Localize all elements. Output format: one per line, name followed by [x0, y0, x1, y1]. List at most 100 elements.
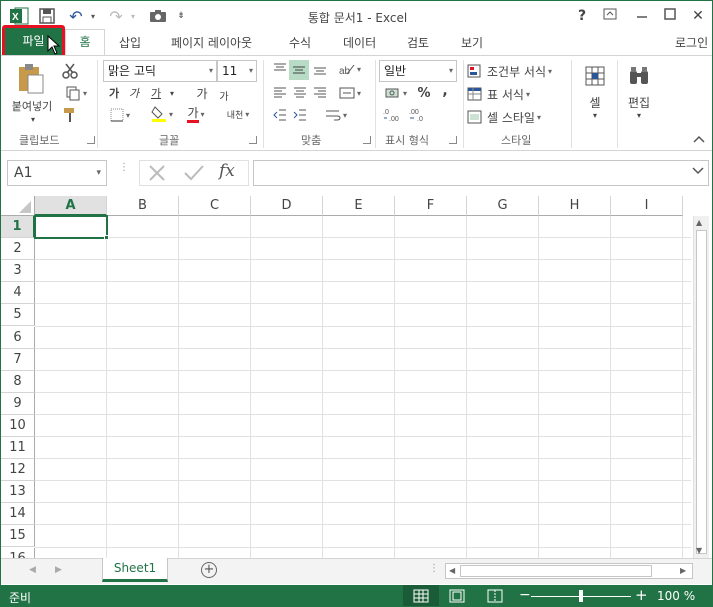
bold-button[interactable]: 가: [105, 84, 123, 102]
sheet-tab-sheet1[interactable]: Sheet1: [102, 558, 168, 582]
paste-icon[interactable]: [11, 62, 51, 96]
scroll-right-icon[interactable]: ▶: [680, 566, 686, 575]
italic-button[interactable]: 가: [125, 84, 143, 102]
comma-button[interactable]: ,: [437, 82, 453, 100]
copy-icon[interactable]: ▾: [61, 84, 91, 102]
borders-icon[interactable]: ▾: [105, 106, 135, 124]
clipboard-launcher-icon[interactable]: [87, 136, 95, 144]
name-box-dropdown-icon[interactable]: ▾: [96, 161, 101, 185]
zoom-in-button[interactable]: +: [635, 586, 648, 604]
cut-icon[interactable]: [61, 62, 79, 80]
decrease-decimal-icon[interactable]: .00.0: [407, 106, 429, 124]
underline-dropdown-icon[interactable]: ▾: [167, 84, 177, 102]
insert-function-button[interactable]: fx: [219, 161, 235, 181]
row-header-8[interactable]: 8: [1, 370, 35, 393]
font-shrink-button[interactable]: 가: [215, 86, 233, 104]
top-align-icon[interactable]: [271, 60, 289, 78]
zoom-level[interactable]: 100 %: [657, 589, 695, 603]
select-all-corner[interactable]: [1, 196, 35, 216]
row-header-10[interactable]: 10: [1, 414, 35, 437]
close-button[interactable]: ✕: [687, 6, 709, 26]
alignment-launcher-icon[interactable]: [363, 136, 371, 144]
row-header-11[interactable]: 11: [1, 437, 35, 459]
horizontal-scrollbar[interactable]: ◀ ▶: [445, 563, 693, 579]
sheet-prev-icon[interactable]: ◀: [29, 565, 36, 575]
zoom-out-button[interactable]: −: [519, 587, 531, 603]
scroll-left-icon[interactable]: ◀: [449, 566, 455, 575]
format-painter-icon[interactable]: [61, 106, 79, 124]
align-right-icon[interactable]: [311, 84, 329, 102]
column-header-e[interactable]: E: [323, 196, 395, 216]
merge-center-icon[interactable]: ▾: [335, 84, 365, 102]
tab-review[interactable]: 검토: [407, 34, 429, 51]
font-grow-button[interactable]: 가: [193, 84, 211, 102]
tab-page-layout[interactable]: 페이지 레이아웃: [171, 34, 252, 51]
percent-button[interactable]: %: [415, 84, 433, 102]
row-header-14[interactable]: 14: [1, 503, 35, 526]
editing-dropdown-icon[interactable]: ▾: [633, 110, 645, 120]
row-header-9[interactable]: 9: [1, 392, 35, 415]
tab-data[interactable]: 데이터: [343, 34, 376, 51]
tab-home[interactable]: 홈: [65, 29, 105, 56]
row-header-6[interactable]: 6: [1, 326, 35, 349]
phonetic-button[interactable]: 내천 ▾: [221, 104, 255, 124]
column-header-h[interactable]: H: [539, 196, 611, 216]
active-cell[interactable]: [34, 215, 108, 239]
align-center-icon[interactable]: [291, 84, 309, 102]
help-button[interactable]: ?: [571, 6, 593, 26]
column-header-d[interactable]: D: [251, 196, 323, 216]
collapse-ribbon-icon[interactable]: [691, 132, 707, 146]
worksheet-grid[interactable]: ABCDEFGHI 12345678910111213141516 ▲ ▼: [1, 196, 712, 570]
scroll-up-icon[interactable]: ▲: [696, 218, 702, 227]
add-sheet-button[interactable]: +: [201, 562, 217, 578]
bottom-align-icon[interactable]: [311, 60, 329, 78]
wrap-text-icon[interactable]: ▾: [319, 106, 353, 124]
formula-input[interactable]: [253, 160, 709, 186]
align-left-icon[interactable]: [271, 84, 289, 102]
name-box[interactable]: A1 ▾: [7, 160, 107, 186]
number-launcher-icon[interactable]: [449, 136, 457, 144]
row-header-12[interactable]: 12: [1, 459, 35, 482]
paste-button[interactable]: 붙여넣기: [7, 98, 57, 114]
page-layout-view-icon[interactable]: [449, 589, 465, 606]
editing-button[interactable]: 편집: [623, 94, 655, 110]
sheet-next-icon[interactable]: ▶: [55, 565, 62, 575]
increase-decimal-icon[interactable]: .0.00: [381, 106, 403, 124]
cell-styles-button[interactable]: 셀 스타일 ▾: [467, 108, 557, 126]
scroll-down-icon[interactable]: ▼: [696, 546, 702, 555]
fill-handle[interactable]: [104, 235, 109, 240]
column-header-b[interactable]: B: [107, 196, 179, 216]
normal-view-icon[interactable]: [403, 585, 439, 606]
row-header-4[interactable]: 4: [1, 282, 35, 305]
row-header-7[interactable]: 7: [1, 348, 35, 371]
increase-indent-icon[interactable]: [291, 106, 309, 124]
cells-button[interactable]: 셀: [581, 94, 609, 110]
cells-dropdown-icon[interactable]: ▾: [589, 110, 601, 120]
tab-insert[interactable]: 삽입: [119, 34, 141, 51]
paste-dropdown-icon[interactable]: ▾: [27, 114, 39, 124]
row-header-1[interactable]: 1: [1, 216, 35, 238]
tab-view[interactable]: 보기: [461, 34, 483, 51]
underline-button[interactable]: 가: [147, 84, 165, 102]
page-break-view-icon[interactable]: [487, 589, 503, 606]
row-header-5[interactable]: 5: [1, 304, 35, 327]
horizontal-scroll-thumb[interactable]: [460, 565, 652, 577]
cancel-icon[interactable]: [147, 164, 167, 185]
enter-icon[interactable]: [183, 164, 205, 185]
column-header-a[interactable]: A: [35, 196, 107, 216]
column-header-i[interactable]: I: [611, 196, 683, 216]
column-header-g[interactable]: G: [467, 196, 539, 216]
orientation-icon[interactable]: ab ▾: [335, 60, 365, 78]
row-header-13[interactable]: 13: [1, 481, 35, 504]
font-launcher-icon[interactable]: [249, 136, 257, 144]
expand-formula-bar-icon[interactable]: [692, 165, 704, 179]
font-size-combo[interactable]: 11 ▾: [217, 60, 257, 82]
vertical-scrollbar[interactable]: ▲ ▼: [693, 216, 709, 558]
font-name-combo[interactable]: 맑은 고딕 ▾: [103, 60, 217, 82]
middle-align-icon[interactable]: [289, 60, 309, 80]
number-format-combo[interactable]: 일반 ▾: [379, 60, 457, 82]
format-as-table-button[interactable]: 표 서식 ▾: [467, 85, 547, 103]
row-header-15[interactable]: 15: [1, 525, 35, 548]
column-header-c[interactable]: C: [179, 196, 251, 216]
conditional-formatting-button[interactable]: 조건부 서식 ▾: [467, 62, 563, 80]
